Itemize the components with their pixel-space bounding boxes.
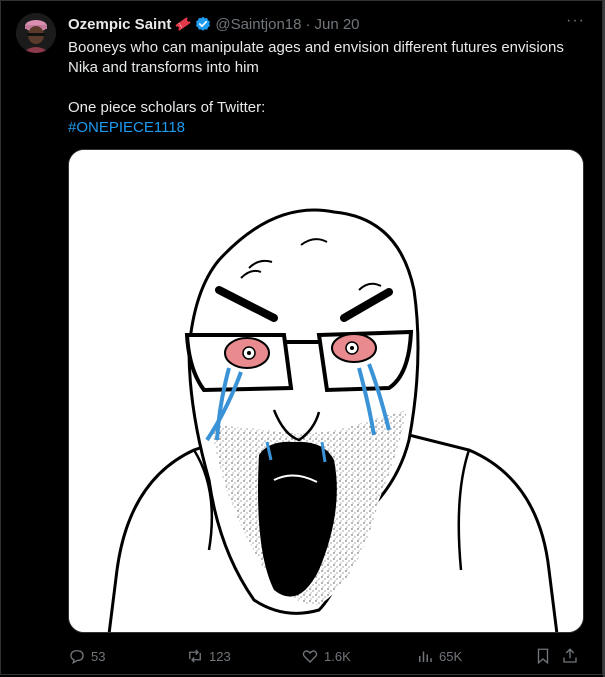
author-handle[interactable]: @Saintjon18	[215, 16, 301, 33]
tweet-media-image[interactable]	[68, 149, 584, 633]
like-button[interactable]: 1.6K	[301, 647, 416, 665]
share-icon	[563, 648, 577, 663]
tweet-header: Ozempic Saint @Saintjon18 · Jun 20	[68, 14, 360, 34]
share-button[interactable]	[561, 647, 581, 665]
author-name[interactable]: Ozempic Saint	[68, 16, 171, 33]
reply-count: 53	[91, 648, 106, 664]
tweet-date[interactable]: Jun 20	[314, 16, 359, 33]
tweet-text-line: One piece scholars of Twitter:	[68, 99, 266, 116]
ticket-emoji-icon	[175, 16, 191, 32]
repost-button[interactable]: 123	[186, 647, 301, 665]
reply-icon	[70, 650, 84, 665]
crying-wojak-image	[69, 150, 583, 632]
separator-dot: ·	[305, 15, 311, 33]
hashtag-link[interactable]: #ONEPIECE1118	[68, 119, 185, 136]
like-count: 1.6K	[324, 648, 351, 664]
tweet-actions-bar: 53 123 1.6K 65K	[68, 644, 588, 668]
more-options-icon[interactable]: ···	[566, 12, 585, 30]
verified-badge-icon	[195, 16, 211, 32]
views-button[interactable]: 65K	[416, 647, 534, 665]
view-count: 65K	[439, 648, 463, 664]
repost-count: 123	[209, 648, 231, 664]
tweet-text: Booneys who can manipulate ages and envi…	[68, 38, 593, 138]
avatar[interactable]	[16, 13, 56, 53]
analytics-icon	[419, 651, 432, 662]
bookmark-button[interactable]	[534, 647, 561, 665]
reply-button[interactable]: 53	[68, 647, 186, 665]
repost-icon	[189, 649, 201, 663]
tweet-text-line: Booneys who can manipulate ages and envi…	[68, 39, 564, 76]
heart-icon	[302, 650, 318, 663]
bookmark-icon	[537, 648, 549, 665]
